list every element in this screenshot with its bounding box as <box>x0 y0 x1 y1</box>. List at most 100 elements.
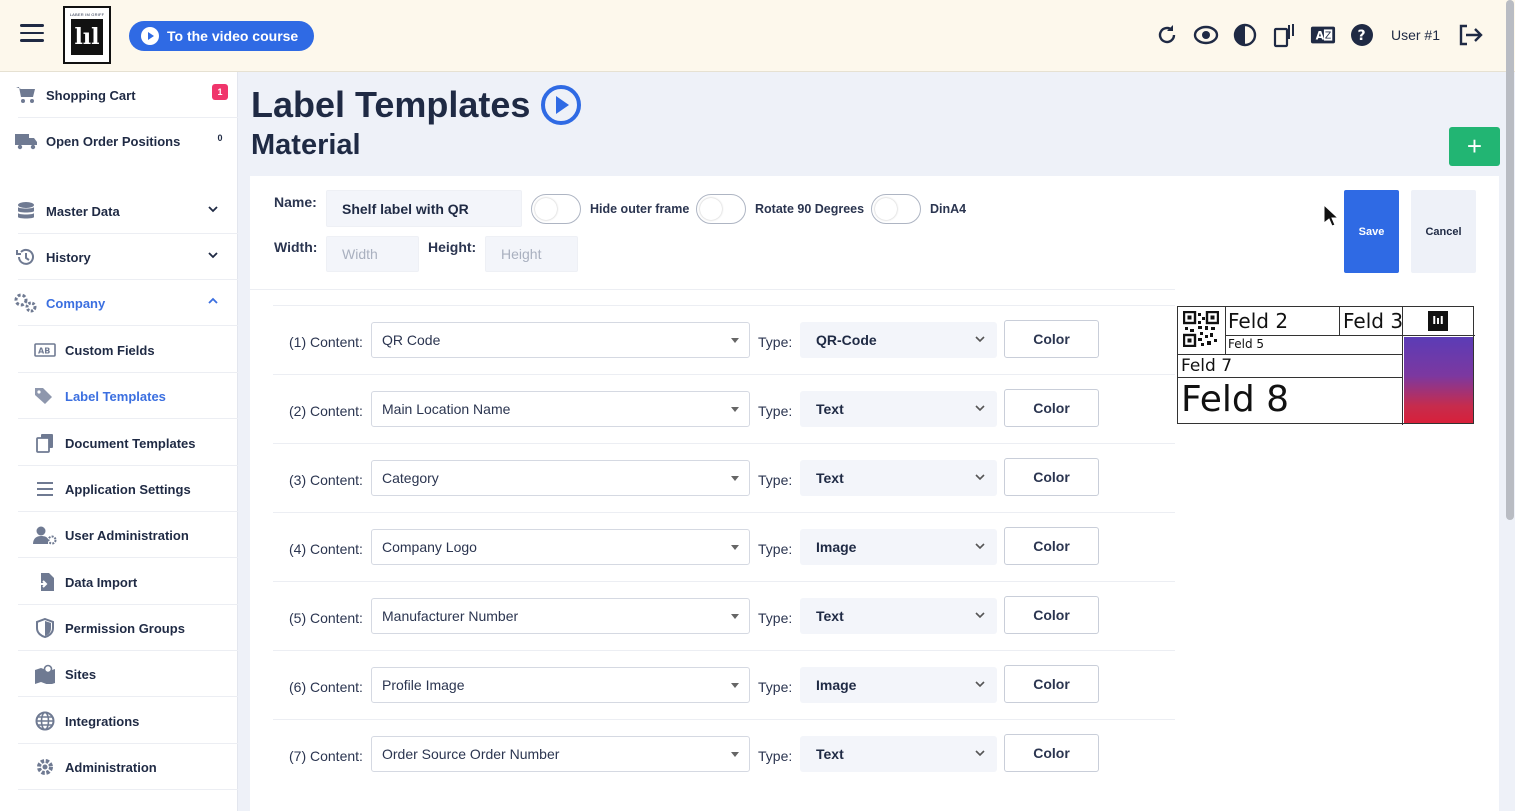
preview-logo: lıl <box>1428 311 1448 331</box>
help-icon[interactable]: ? <box>1349 22 1375 48</box>
type-select[interactable]: Text <box>800 736 997 772</box>
sidebar-item-permission-groups[interactable]: Permission Groups <box>0 605 238 651</box>
sidebar-item-data-import[interactable]: Data Import <box>0 559 238 605</box>
menu-icon[interactable] <box>20 24 44 44</box>
content-select[interactable]: Company Logo <box>371 529 750 565</box>
contrast-icon[interactable] <box>1232 22 1258 48</box>
type-value: QR-Code <box>816 332 877 348</box>
preview-field-8: Feld 8 <box>1181 379 1290 420</box>
cart-icon <box>14 85 38 105</box>
logo-text: LABER IM GRIFF <box>69 12 105 17</box>
sidebar-item-sites[interactable]: Sites <box>0 651 238 697</box>
sidebar: Shopping Cart 1 Open Order Positions 0 M… <box>0 72 238 811</box>
preview-profile-image <box>1404 337 1473 423</box>
content-label: (7) Content: <box>289 748 363 764</box>
height-input[interactable]: Height <box>485 236 578 272</box>
name-input[interactable]: Shelf label with QR <box>326 190 522 227</box>
caret-down-icon <box>731 476 739 481</box>
content-select[interactable]: Profile Image <box>371 667 750 703</box>
divider <box>250 289 1175 290</box>
content-value: Main Location Name <box>382 401 511 417</box>
type-select[interactable]: QR-Code <box>800 322 997 358</box>
type-value: Text <box>816 608 844 624</box>
scrollbar[interactable] <box>1506 0 1514 520</box>
video-course-label: To the video course <box>167 28 299 44</box>
eye-icon[interactable] <box>1193 22 1219 48</box>
content-label: (6) Content: <box>289 679 363 695</box>
width-input[interactable]: Width <box>326 236 419 272</box>
type-label: Type: <box>758 403 793 419</box>
dina4-toggle[interactable] <box>871 194 921 224</box>
chevron-down-icon <box>975 681 985 688</box>
svg-text:?: ? <box>1357 28 1365 44</box>
color-button[interactable]: Color <box>1004 665 1099 703</box>
play-video-icon[interactable] <box>540 84 582 126</box>
color-button[interactable]: Color <box>1004 734 1099 772</box>
type-select[interactable]: Text <box>800 460 997 496</box>
content-select[interactable]: Category <box>371 460 750 496</box>
sidebar-item-open-orders[interactable]: Open Order Positions 0 <box>0 118 238 164</box>
content-value: Profile Image <box>382 677 465 693</box>
chevron-down-icon <box>975 336 985 343</box>
content-select[interactable]: Manufacturer Number <box>371 598 750 634</box>
content-value: Category <box>382 470 439 486</box>
refresh-icon[interactable] <box>1154 22 1180 48</box>
chevron-down-icon <box>975 612 985 619</box>
hide-frame-label: Hide outer frame <box>590 202 690 216</box>
company-logo[interactable]: LABER IM GRIFF lıl <box>63 6 111 64</box>
custom-fields-icon: AB <box>33 340 57 360</box>
sidebar-item-label: Master Data <box>46 203 120 219</box>
sidebar-item-label: Administration <box>65 759 157 775</box>
type-select[interactable]: Text <box>800 391 997 427</box>
logout-icon[interactable] <box>1457 22 1483 48</box>
color-button[interactable]: Color <box>1004 389 1099 427</box>
qr-code-icon <box>1183 311 1219 347</box>
sidebar-item-label: Document Templates <box>65 435 196 451</box>
chevron-down-icon <box>975 750 985 757</box>
width-label: Width: <box>274 239 318 255</box>
svg-text:Z: Z <box>1325 31 1331 42</box>
type-select[interactable]: Image <box>800 529 997 565</box>
type-label: Type: <box>758 679 793 695</box>
color-button[interactable]: Color <box>1004 596 1099 634</box>
logo-mark: lıl <box>71 19 103 55</box>
sidebar-item-label-templates[interactable]: Label Templates <box>0 373 238 419</box>
translate-icon[interactable]: AZ <box>1310 22 1336 48</box>
sidebar-item-master-data[interactable]: Master Data <box>0 188 238 234</box>
top-bar: LABER IM GRIFF lıl To the video course A… <box>0 0 1515 72</box>
sidebar-item-document-templates[interactable]: Document Templates <box>0 420 238 466</box>
sidebar-item-user-administration[interactable]: User Administration <box>0 512 238 558</box>
sidebar-item-shopping-cart[interactable]: Shopping Cart 1 <box>0 72 238 118</box>
sidebar-item-integrations[interactable]: Integrations <box>0 698 238 744</box>
chevron-down-icon <box>975 405 985 412</box>
sidebar-item-custom-fields[interactable]: AB Custom Fields <box>0 327 238 373</box>
content-select[interactable]: Order Source Order Number <box>371 736 750 772</box>
sidebar-item-history[interactable]: History <box>0 234 238 280</box>
sidebar-item-application-settings[interactable]: Application Settings <box>0 466 238 512</box>
hide-frame-toggle[interactable] <box>531 194 581 224</box>
dina4-label: DinA4 <box>930 202 967 216</box>
type-value: Text <box>816 746 844 762</box>
name-label: Name: <box>274 194 317 210</box>
rotate-toggle[interactable] <box>696 194 746 224</box>
color-button[interactable]: Color <box>1004 320 1099 358</box>
content-select[interactable]: QR Code <box>371 322 750 358</box>
cancel-button[interactable]: Cancel <box>1411 190 1476 273</box>
content-row: (2) Content: Main Location Name Type: Text C… <box>273 374 1175 443</box>
save-button[interactable]: Save <box>1344 190 1399 273</box>
truck-icon <box>14 131 38 151</box>
color-button[interactable]: Color <box>1004 458 1099 496</box>
label-preview: Feld 2 Feld 3 lıl Feld 5 Feld 7 Feld 8 <box>1177 306 1475 425</box>
color-button[interactable]: Color <box>1004 527 1099 565</box>
page-title-text: Label Templates <box>251 84 531 125</box>
add-button[interactable]: + <box>1449 127 1500 166</box>
user-label[interactable]: User #1 <box>1391 27 1440 43</box>
chevron-down-icon <box>208 206 218 213</box>
type-select[interactable]: Image <box>800 667 997 703</box>
device-icon[interactable] <box>1271 22 1297 48</box>
video-course-button[interactable]: To the video course <box>129 21 314 51</box>
type-select[interactable]: Text <box>800 598 997 634</box>
content-select[interactable]: Main Location Name <box>371 391 750 427</box>
sidebar-item-administration[interactable]: Administration <box>0 744 238 790</box>
sidebar-item-company[interactable]: Company <box>0 280 238 326</box>
